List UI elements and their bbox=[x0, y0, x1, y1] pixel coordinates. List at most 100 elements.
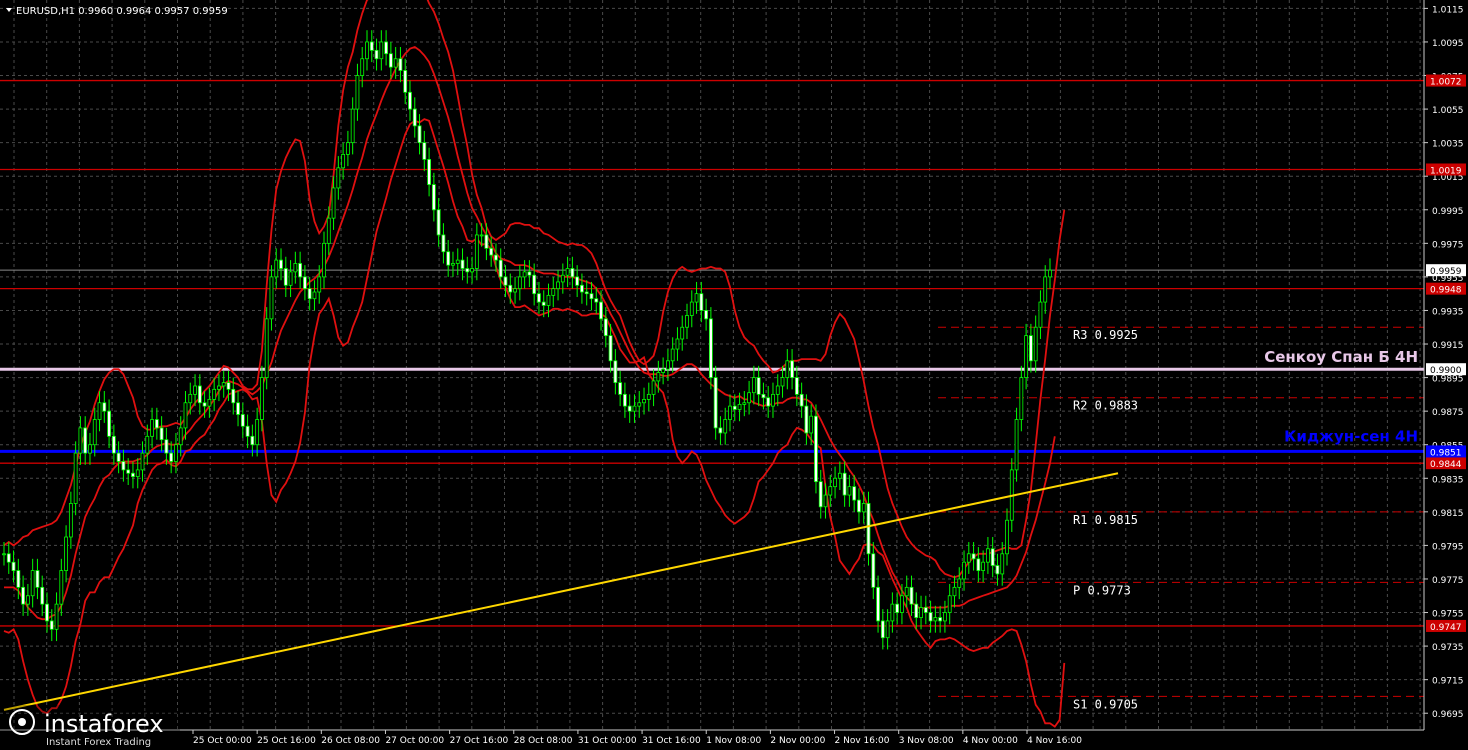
time-tick-label: 3 Nov 08:00 bbox=[899, 736, 954, 746]
time-tick-label: 25 Oct 16:00 bbox=[257, 736, 316, 746]
candle-body bbox=[498, 259, 503, 278]
candle-body bbox=[938, 617, 943, 622]
candle-body bbox=[59, 570, 64, 605]
price-tick-label: 0.9975 bbox=[1432, 240, 1464, 250]
senkou-span-b-label: Сенкоу Спан Б 4H bbox=[1264, 348, 1418, 366]
candle-body bbox=[890, 603, 895, 622]
candle-body bbox=[627, 405, 632, 412]
candle-body bbox=[785, 360, 790, 378]
candle-body bbox=[293, 263, 298, 273]
candle-body bbox=[240, 414, 245, 427]
candle-body bbox=[952, 586, 957, 597]
level-price-tag: 1.0072 bbox=[1430, 78, 1462, 88]
level-price-tag: 1.0019 bbox=[1430, 166, 1462, 176]
pivot-label-r2: R2 0.9883 bbox=[1073, 399, 1138, 413]
candle-body bbox=[393, 58, 398, 68]
candle-body bbox=[541, 301, 546, 306]
candle-body bbox=[212, 388, 217, 400]
candle-body bbox=[494, 254, 498, 261]
candle-body bbox=[236, 402, 240, 415]
price-chart[interactable]: Сенкоу Спан Б 4H Киджун-сен 4H R3 0.9925 R… bbox=[0, 0, 1468, 750]
chart-background bbox=[0, 0, 1468, 750]
candle-body bbox=[708, 318, 713, 378]
candle-body bbox=[231, 388, 236, 404]
price-tick-label: 0.9755 bbox=[1432, 610, 1464, 620]
candle-body bbox=[943, 612, 947, 622]
time-tick-label: 25 Oct 00:00 bbox=[193, 736, 252, 746]
candle-body bbox=[661, 368, 666, 373]
candle-body bbox=[517, 276, 522, 290]
candle-body bbox=[971, 553, 976, 560]
candle-body bbox=[852, 486, 857, 501]
candle-body bbox=[642, 399, 646, 404]
candle-body bbox=[6, 553, 11, 563]
pivot-label-r3: R3 0.9925 bbox=[1073, 328, 1138, 342]
symbol-header: EURUSD,H1 0.9960 0.9964 0.9957 0.9959 bbox=[16, 6, 228, 17]
candle-body bbox=[436, 209, 441, 236]
level-price-tag: 0.9844 bbox=[1430, 460, 1462, 470]
watermark-tagline: Instant Forex Trading bbox=[46, 737, 151, 748]
candle-body bbox=[532, 274, 537, 295]
watermark-brand: instaforex bbox=[44, 710, 164, 738]
candle-body bbox=[837, 472, 842, 479]
candle-body bbox=[771, 393, 775, 407]
candle-body bbox=[713, 377, 718, 429]
candle-body bbox=[919, 607, 923, 618]
candle-body bbox=[355, 75, 360, 110]
candle-body bbox=[923, 607, 928, 613]
candle-body bbox=[947, 595, 952, 613]
candle-body bbox=[283, 268, 288, 286]
candle-body bbox=[699, 293, 704, 311]
candle-body bbox=[990, 548, 995, 566]
price-tick-label: 0.9935 bbox=[1432, 307, 1464, 317]
candle-body bbox=[1038, 301, 1043, 328]
candle-body bbox=[45, 603, 49, 622]
candle-body bbox=[40, 586, 45, 605]
candle-body bbox=[341, 153, 346, 169]
candle-body bbox=[551, 288, 556, 296]
candle-body bbox=[1014, 419, 1019, 471]
candle-body bbox=[780, 377, 785, 387]
candle-body bbox=[957, 578, 962, 588]
candle-body bbox=[1005, 519, 1009, 555]
candle-body bbox=[303, 276, 307, 290]
candle-body bbox=[83, 427, 88, 454]
candle-body bbox=[608, 335, 613, 362]
price-tick-label: 0.9735 bbox=[1432, 643, 1464, 653]
candle-body bbox=[422, 142, 427, 160]
candle-body bbox=[460, 259, 465, 269]
price-tick-label: 1.0035 bbox=[1432, 140, 1464, 150]
candle-body bbox=[178, 427, 183, 446]
candle-body bbox=[150, 419, 154, 437]
candle-body bbox=[704, 310, 709, 320]
candle-body bbox=[73, 452, 78, 504]
candle-body bbox=[900, 595, 904, 613]
candle-body bbox=[260, 377, 264, 420]
candle-body bbox=[312, 291, 317, 300]
candle-body bbox=[651, 380, 656, 395]
candle-body bbox=[995, 565, 1000, 575]
price-tick-label: 1.0095 bbox=[1432, 39, 1464, 49]
candle-body bbox=[183, 402, 188, 429]
candle-body bbox=[556, 281, 560, 290]
time-tick-label: 27 Oct 16:00 bbox=[450, 736, 509, 746]
candle-body bbox=[279, 259, 283, 269]
candle-body bbox=[680, 326, 685, 340]
time-tick-label: 2 Nov 16:00 bbox=[835, 736, 890, 746]
candle-body bbox=[1033, 326, 1038, 362]
candle-body bbox=[489, 247, 494, 256]
candle-body bbox=[718, 427, 723, 434]
price-tick-label: 0.9875 bbox=[1432, 408, 1464, 418]
candle-body bbox=[513, 288, 517, 293]
candle-body bbox=[637, 402, 642, 407]
candle-body bbox=[379, 41, 384, 60]
candle-body bbox=[159, 427, 164, 441]
candle-body bbox=[174, 444, 178, 462]
price-tick-label: 1.0055 bbox=[1432, 106, 1464, 116]
candle-body bbox=[255, 419, 260, 446]
candle-body bbox=[527, 271, 532, 276]
candle-body bbox=[885, 620, 890, 639]
candle-body bbox=[914, 603, 919, 618]
candle-body bbox=[193, 385, 197, 395]
candle-body bbox=[546, 294, 551, 306]
